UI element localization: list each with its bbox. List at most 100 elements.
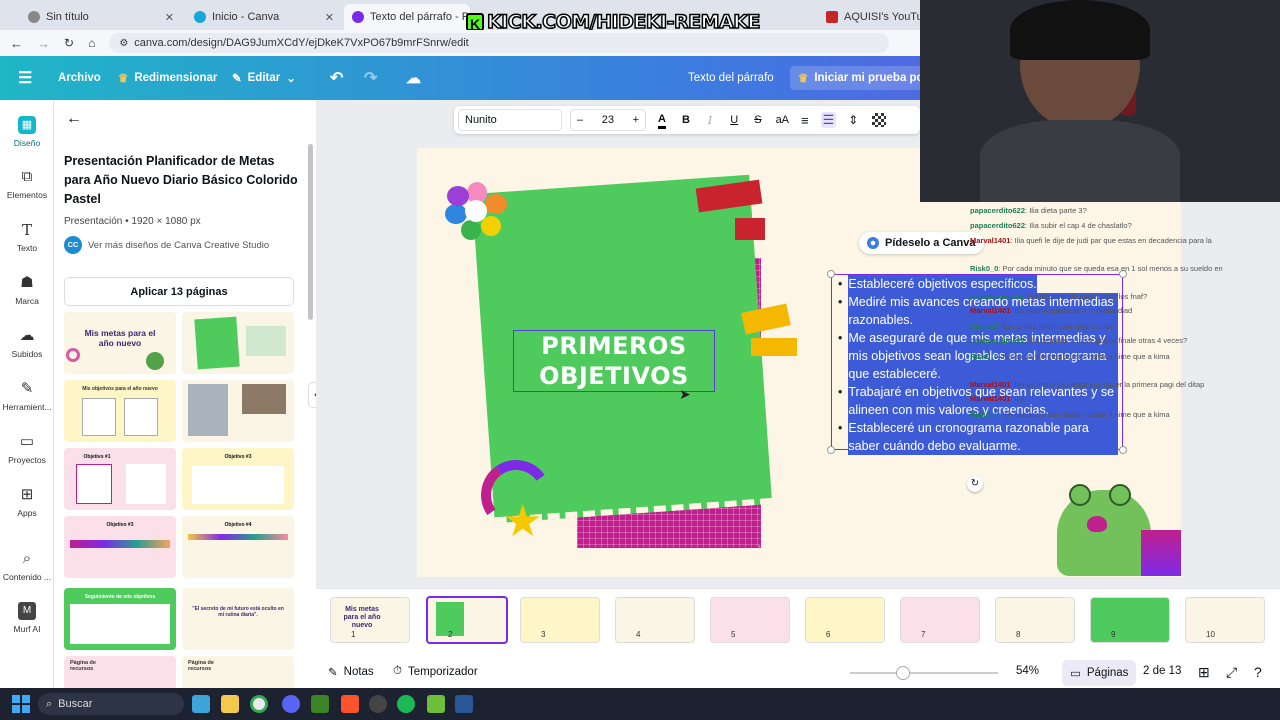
template-thumb-1[interactable]: Mis metas para el año nuevo [64, 312, 176, 374]
page-thumb-8[interactable]: 8 [995, 597, 1075, 643]
file-explorer-icon[interactable] [221, 695, 239, 713]
windows-start-icon[interactable] [12, 695, 30, 713]
help-icon[interactable]: ? [1254, 664, 1262, 680]
chrome-icon[interactable] [250, 695, 268, 713]
template-thumb-3[interactable]: Mis objetivos para el año nuevo [64, 380, 176, 442]
template-thumb-10[interactable]: "El secreto de mi futuro está oculto en … [182, 588, 294, 650]
rotate-icon[interactable]: ↻ [967, 476, 983, 492]
rail-item-marca[interactable]: ☗ Marca [0, 274, 54, 306]
reload-icon[interactable]: ↻ [64, 36, 74, 50]
font-size-value[interactable]: 23 [602, 114, 614, 126]
panel-scrollbar[interactable] [308, 144, 313, 320]
forward-icon[interactable]: → [37, 36, 50, 51]
close-icon[interactable]: ✕ [325, 11, 334, 24]
rail-item-murf[interactable]: M Murf AI [0, 602, 54, 634]
word-icon[interactable] [455, 695, 473, 713]
template-thumb-5[interactable]: Objetivo #1 [64, 448, 176, 510]
template-thumb-7[interactable]: Objetivo #3 [64, 516, 176, 578]
page-thumb-6[interactable]: 6 [805, 597, 885, 643]
ask-canva-button[interactable]: Pídeselo a Canva [859, 232, 984, 254]
align-left-icon[interactable]: ≡ [801, 113, 809, 128]
page-thumb-2[interactable]: 2 [426, 596, 508, 644]
hamburger-icon[interactable]: ☰ [18, 68, 32, 88]
template-thumb-9[interactable]: Seguimiento de mis objetivos [64, 588, 176, 650]
page-thumb-3[interactable]: 3 [520, 597, 600, 643]
resize-handle[interactable] [1119, 446, 1127, 454]
increase-size-button[interactable]: + [633, 114, 639, 126]
template-thumb-11[interactable]: Página de recursos [64, 656, 176, 688]
zoom-slider[interactable] [850, 666, 998, 680]
zoom-value[interactable]: 54% [1016, 665, 1039, 677]
grid-view-icon[interactable]: ⊞ [1198, 664, 1210, 681]
tab-label: Sin título [46, 11, 89, 23]
template-thumb-8[interactable]: Objetivo #4 [182, 516, 294, 578]
rail-item-contenido[interactable]: ⌕ Contenido ... [0, 550, 54, 582]
font-selector[interactable]: Nunito [458, 109, 562, 131]
pages-toggle[interactable]: ▭ Páginas [1062, 660, 1137, 686]
creator-link[interactable]: CC Ver más diseños de Canva Creative Stu… [64, 236, 269, 254]
document-title[interactable]: Texto del párrafo [688, 72, 774, 84]
rail-item-herramientas[interactable]: ✎ Herramient... [0, 380, 54, 412]
page-thumb-9[interactable]: 9 [1090, 597, 1170, 643]
page-thumb-1[interactable]: Mis metas para el año nuevo 1 [330, 597, 410, 643]
taskbar-search[interactable]: ⌕ Buscar [38, 693, 184, 715]
home-icon[interactable]: ⌂ [88, 36, 95, 50]
rail-item-apps[interactable]: ⊞ Apps [0, 486, 54, 518]
page-thumb-4[interactable]: 4 [615, 597, 695, 643]
back-arrow-icon[interactable]: ← [66, 110, 82, 128]
page-thumb-10[interactable]: 10 [1185, 597, 1265, 643]
template-thumb-2[interactable] [182, 312, 294, 374]
heading-textbox[interactable]: PRIMEROS OBJETIVOS [513, 330, 715, 392]
page-thumb-7[interactable]: 7 [900, 597, 980, 643]
bold-button[interactable]: B [682, 114, 690, 126]
template-thumb-4[interactable] [182, 380, 294, 442]
undo-icon[interactable]: ↶ [330, 68, 343, 88]
spacing-icon[interactable]: ⇕ [848, 113, 858, 127]
tab-sin-titulo[interactable]: Sin título ✕ [20, 4, 182, 30]
case-button[interactable]: aA [776, 114, 789, 126]
site-info-icon[interactable]: ⚙ [119, 38, 128, 49]
underline-button[interactable]: U [730, 114, 738, 126]
discord-icon[interactable] [282, 695, 300, 713]
rail-item-elementos[interactable]: ⧉ Elementos [0, 168, 54, 200]
trial-button[interactable]: ♛ Iniciar mi prueba por [790, 66, 937, 90]
italic-button[interactable]: I [708, 114, 712, 127]
tab-youtube-stats[interactable]: AQUISI's YouTube Statis [818, 4, 920, 30]
strikethrough-button[interactable]: S [754, 114, 761, 126]
game-icon[interactable] [427, 695, 445, 713]
resize-handle[interactable] [827, 446, 835, 454]
close-icon[interactable]: ✕ [165, 11, 174, 24]
fullscreen-icon[interactable]: ⤢ [1226, 664, 1237, 681]
archivo-menu[interactable]: Archivo [58, 72, 101, 84]
resize-button[interactable]: ♛ Redimensionar [118, 71, 217, 85]
decrease-size-button[interactable]: – [577, 114, 583, 126]
rail-item-proyectos[interactable]: ▭ Proyectos [0, 433, 54, 465]
template-thumb-6[interactable]: Objetivo #3 [182, 448, 294, 510]
zoom-slider-knob[interactable] [896, 666, 910, 680]
tab-texto-parrafo[interactable]: Texto del párrafo - Presentación [344, 4, 470, 30]
template-thumb-12[interactable]: Página de recursos [182, 656, 294, 688]
minecraft-icon[interactable] [311, 695, 329, 713]
url-field[interactable]: ⚙ canva.com/design/DAG9JumXCdY/ejDkeK7Vx… [109, 33, 890, 53]
notes-button[interactable]: ✎ Notas [328, 665, 374, 679]
bullet-list-icon[interactable]: ☰ [820, 112, 837, 128]
page-thumb-5[interactable]: 5 [710, 597, 790, 643]
timer-button[interactable]: ⏱ Temporizador [393, 665, 478, 678]
rail-item-subidos[interactable]: ☁ Subidos [0, 327, 54, 359]
apply-pages-button[interactable]: Aplicar 13 páginas [64, 277, 294, 306]
taskbar-app-icon[interactable] [192, 695, 210, 713]
brave-icon[interactable] [341, 695, 359, 713]
spotify-icon[interactable] [397, 695, 415, 713]
tab-inicio-canva[interactable]: Inicio - Canva ✕ [186, 4, 342, 30]
text-color-icon[interactable]: A [658, 112, 666, 129]
transparency-icon[interactable] [872, 113, 887, 127]
rail-item-diseno[interactable]: ▦ Diseño [0, 116, 54, 148]
rail-item-texto[interactable]: T Texto [0, 221, 54, 253]
edit-menu[interactable]: ✎ Editar ⌄ [232, 71, 296, 85]
resize-handle[interactable] [827, 270, 835, 278]
font-size-stepper[interactable]: – 23 + [570, 109, 646, 131]
obs-icon[interactable] [369, 695, 387, 713]
redo-icon[interactable]: ↷ [364, 68, 377, 88]
cloud-save-icon[interactable]: ☁ [406, 69, 421, 87]
back-icon[interactable]: ← [10, 36, 23, 51]
